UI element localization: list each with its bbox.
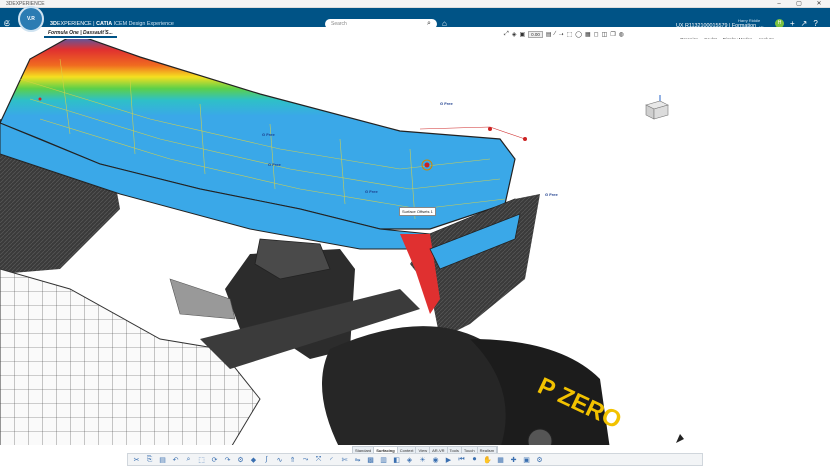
feature-tag[interactable]: Surface Offsets 1 xyxy=(399,207,436,216)
redo-icon[interactable]: ↷ xyxy=(223,456,232,464)
circle-icon[interactable]: ◯ xyxy=(575,31,582,38)
zoom-icon[interactable]: ⌕ xyxy=(184,456,193,464)
constraint-label: G Free xyxy=(262,132,275,137)
compass-icon[interactable]: V.R xyxy=(18,6,44,32)
rotate-icon[interactable]: ⟳ xyxy=(210,456,219,464)
zoom-field[interactable]: 0.00 xyxy=(528,31,543,38)
snap-icon[interactable]: ✚ xyxy=(509,456,518,464)
select-icon[interactable]: ⬚ xyxy=(197,456,206,464)
undo-icon[interactable]: ↶ xyxy=(171,456,180,464)
maximize-button[interactable]: ▢ xyxy=(792,0,806,8)
curve-tool-icon[interactable]: ∫ xyxy=(262,456,271,463)
analysis-icon[interactable]: ▥ xyxy=(379,456,388,464)
constraint-label: G Free xyxy=(268,162,281,167)
view-toolbar: ⤢ ◈ ▣ 0.00 ▤ ∕ ➝ ⬚ ◯ ▦ ◻ ◫ ❐ ◍ xyxy=(504,31,624,38)
close-button[interactable]: ✕ xyxy=(812,0,826,8)
fillet-icon[interactable]: ◜ xyxy=(327,456,336,464)
split-icon[interactable]: ◫ xyxy=(602,31,608,38)
globe-icon[interactable]: ◍ xyxy=(619,31,624,38)
cut-icon[interactable]: ✂ xyxy=(132,456,141,464)
play-icon[interactable]: ▶ xyxy=(444,456,453,464)
os-title-bar: 3DEXPERIENCE – ▢ ✕ xyxy=(0,0,830,8)
project-icon[interactable]: ◈ xyxy=(405,456,414,464)
extrude-icon[interactable]: ⇑ xyxy=(288,456,297,464)
grid-view-icon[interactable]: ▦ xyxy=(496,456,505,464)
cursor-icon xyxy=(676,434,684,443)
add-tab-button[interactable]: + xyxy=(104,29,108,35)
light-icon[interactable]: ☀ xyxy=(418,456,427,464)
camera-icon[interactable]: ◉ xyxy=(431,456,440,464)
layer-icon[interactable]: ▤ xyxy=(546,31,552,38)
measure-icon[interactable]: ⚙ xyxy=(236,456,245,464)
grid-icon[interactable]: ▦ xyxy=(585,31,591,38)
trim-icon[interactable]: ✄ xyxy=(340,456,349,464)
lock-icon[interactable]: ▣ xyxy=(522,456,531,464)
arrow-icon[interactable]: ➝ xyxy=(559,31,564,38)
blend-icon[interactable]: ⤧ xyxy=(314,456,323,464)
rewind-icon[interactable]: ⏮ xyxy=(457,456,466,464)
curve-icon[interactable]: ∕ xyxy=(555,31,556,38)
sweep-icon[interactable]: ⤳ xyxy=(301,456,310,464)
window-title: 3DEXPERIENCE xyxy=(6,0,45,7)
mirror-icon[interactable]: ⇋ xyxy=(353,456,362,464)
minimize-button[interactable]: – xyxy=(772,0,786,8)
compass-label: V.R xyxy=(27,16,35,22)
car-model-render[interactable]: P ZERO xyxy=(0,39,830,449)
fit-icon[interactable]: ⤢ xyxy=(504,31,509,38)
paste-icon[interactable]: ▤ xyxy=(158,456,167,464)
constraint-label: G Free xyxy=(440,101,453,106)
action-bar: ✂ ⎘ ▤ ↶ ⌕ ⬚ ⟳ ↷ ⚙ ◆ ∫ ∿ ⇑ ⤳ ⤧ ◜ ✄ ⇋ ▩ ▥ … xyxy=(127,453,703,466)
copy-icon[interactable]: ⎘ xyxy=(145,456,154,464)
settings-icon[interactable]: ⚙ xyxy=(535,456,544,464)
stack-icon[interactable]: ❐ xyxy=(610,31,615,38)
view-mode-icon[interactable]: ▣ xyxy=(519,31,525,38)
top-bar: 𝔖 3DEXPERIENCE | CATIA ICEM Design Exper… xyxy=(0,8,830,29)
constraint-label: G Free xyxy=(545,192,558,197)
record-icon[interactable]: ⏺ xyxy=(470,456,479,464)
render-icon[interactable]: ◈ xyxy=(512,31,517,38)
frame-icon[interactable]: ⬚ xyxy=(567,31,573,38)
constraint-label: G Free xyxy=(365,189,378,194)
spline-icon[interactable]: ∿ xyxy=(275,456,284,464)
section-icon[interactable]: ◧ xyxy=(392,456,401,464)
offset-icon[interactable]: ▩ xyxy=(366,456,375,464)
3d-viewport[interactable]: P ZERO G Free G Free G Free G Free G Fre… xyxy=(0,39,830,449)
surface-icon[interactable]: ◆ xyxy=(249,456,258,464)
view-cube-icon[interactable] xyxy=(642,95,672,123)
box-icon[interactable]: ◻ xyxy=(594,31,599,38)
hand-icon[interactable]: ✋ xyxy=(483,456,492,464)
